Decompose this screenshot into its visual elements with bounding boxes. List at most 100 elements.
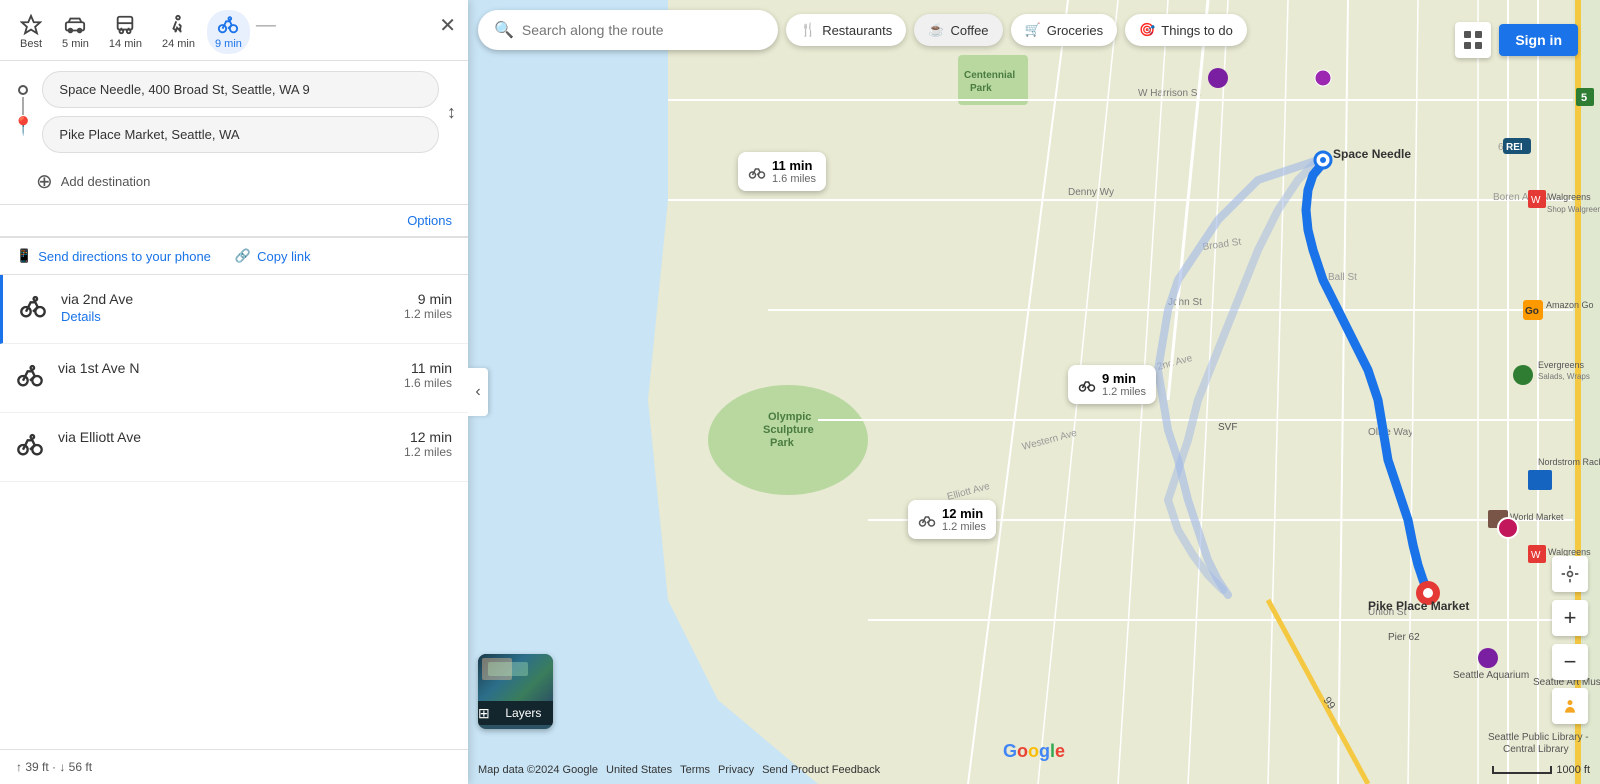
- things-to-do-icon: 🎯: [1139, 22, 1155, 38]
- restaurants-icon: 🍴: [800, 22, 816, 38]
- transport-bar: Best 5 min 14 min: [0, 0, 468, 61]
- directions-inputs: 📍 ↕: [0, 61, 468, 163]
- google-logo: Google: [1003, 741, 1065, 762]
- destination-dot: 📍: [12, 117, 34, 135]
- transport-mode-best[interactable]: Best: [12, 10, 50, 54]
- route-info-1: via 2nd Ave Details: [61, 291, 390, 324]
- filter-coffee[interactable]: ☕ Coffee: [914, 14, 1002, 46]
- callout-main-dist: 1.2 miles: [1102, 386, 1146, 398]
- terms-send-feedback[interactable]: Send Product Feedback: [762, 764, 880, 776]
- callout-alt2-dist: 1.2 miles: [942, 521, 986, 533]
- route-time-3: 12 min: [404, 429, 452, 445]
- swap-button[interactable]: ↕: [447, 102, 456, 123]
- svg-text:REI: REI: [1506, 142, 1523, 153]
- map-area[interactable]: Olympic Sculpture Park Centennial Park W…: [468, 0, 1600, 784]
- svg-text:5: 5: [1581, 92, 1587, 104]
- terms-united-states[interactable]: United States: [606, 764, 672, 776]
- filter-groceries[interactable]: 🛒 Groceries: [1011, 14, 1118, 46]
- apps-grid-button[interactable]: [1455, 22, 1491, 58]
- route-time-1: 9 min: [404, 291, 452, 307]
- route-time-col-2: 11 min 1.6 miles: [404, 360, 452, 390]
- copyright-text: Map data ©2024 Google: [478, 764, 598, 776]
- svg-text:Sculpture: Sculpture: [763, 424, 814, 436]
- route-time-col-1: 9 min 1.2 miles: [404, 291, 452, 321]
- route-callout-alt1: 11 min 1.6 miles: [738, 152, 826, 191]
- bike-icon-1: [19, 293, 47, 327]
- callout-main-info: 9 min 1.2 miles: [1102, 371, 1146, 398]
- search-input[interactable]: [522, 22, 742, 38]
- bike-icon-2: [16, 362, 44, 396]
- options-button[interactable]: Options: [407, 213, 452, 228]
- svg-text:Nordstrom Rack: Nordstrom Rack: [1538, 457, 1600, 467]
- destination-input[interactable]: [42, 116, 439, 153]
- send-icon: 📱: [16, 248, 32, 264]
- route-details-link-1[interactable]: Details: [61, 309, 390, 324]
- route-via-1: via 2nd Ave: [61, 291, 390, 307]
- coffee-icon: ☕: [928, 22, 944, 38]
- svg-text:Shop Walgreens: Shop Walgreens: [1547, 205, 1600, 214]
- send-copy-bar: 📱 Send directions to your phone 🔗 Copy l…: [0, 238, 468, 275]
- terms-privacy[interactable]: Privacy: [718, 764, 754, 776]
- transport-mode-transit[interactable]: 14 min: [101, 10, 150, 54]
- svg-text:Park: Park: [770, 437, 795, 449]
- location-dots: 📍: [12, 85, 34, 139]
- svg-text:Evergreens: Evergreens: [1538, 360, 1585, 370]
- close-icon[interactable]: ✕: [439, 13, 456, 38]
- map-background: Olympic Sculpture Park Centennial Park W…: [468, 0, 1600, 784]
- route-item-1[interactable]: via 2nd Ave Details 9 min 1.2 miles: [0, 275, 468, 344]
- map-top-bar: 🔍 🍴 Restaurants ☕ Coffee 🛒 Groceries 🎯 T…: [478, 10, 1590, 50]
- sign-in-button[interactable]: Sign in: [1499, 24, 1578, 56]
- layers-icon: ⊞: [478, 705, 490, 722]
- filter-restaurants-label: Restaurants: [822, 23, 892, 38]
- svg-text:Ball St: Ball St: [1328, 272, 1357, 283]
- filter-coffee-label: Coffee: [950, 23, 988, 38]
- callout-alt1-dist: 1.6 miles: [772, 173, 816, 185]
- filter-groceries-label: Groceries: [1047, 23, 1103, 38]
- link-icon: 🔗: [235, 248, 251, 264]
- copy-link-button[interactable]: 🔗 Copy link: [235, 248, 311, 264]
- map-right-controls: + −: [1552, 556, 1588, 724]
- route-info-2: via 1st Ave N: [58, 360, 390, 376]
- my-location-button[interactable]: [1552, 556, 1588, 592]
- origin-input[interactable]: [42, 71, 439, 108]
- transport-mode-bike[interactable]: 9 min: [207, 10, 250, 54]
- svg-text:Go: Go: [1525, 306, 1539, 317]
- street-view-button[interactable]: [1552, 688, 1588, 724]
- terms-terms[interactable]: Terms: [680, 764, 710, 776]
- zoom-out-button[interactable]: −: [1552, 644, 1588, 680]
- route-item-2[interactable]: via 1st Ave N 11 min 1.6 miles: [0, 344, 468, 413]
- filter-restaurants[interactable]: 🍴 Restaurants: [786, 14, 906, 46]
- callout-alt2-info: 12 min 1.2 miles: [942, 506, 986, 533]
- add-destination-label: Add destination: [61, 174, 151, 189]
- search-icon: 🔍: [494, 20, 514, 40]
- transport-mode-drive[interactable]: 5 min: [54, 10, 97, 54]
- routes-list: via 2nd Ave Details 9 min 1.2 miles via …: [0, 275, 468, 749]
- add-destination-button[interactable]: ⊕ Add destination: [0, 163, 468, 204]
- svg-text:Amazon Go: Amazon Go: [1546, 300, 1594, 310]
- svg-text:Centennial: Centennial: [964, 70, 1015, 81]
- options-bar: Options: [0, 205, 468, 237]
- callout-alt1-time: 11 min: [772, 158, 816, 173]
- scale-label: 1000 ft: [1556, 764, 1590, 776]
- svg-text:Seattle Public Library -: Seattle Public Library -: [1488, 732, 1589, 743]
- collapse-panel-button[interactable]: ‹: [468, 368, 488, 416]
- layers-button[interactable]: ⊞ Layers: [478, 654, 553, 729]
- svg-text:Park: Park: [970, 83, 992, 94]
- svg-text:Central Library: Central Library: [1503, 744, 1569, 755]
- filter-things-to-do[interactable]: 🎯 Things to do: [1125, 14, 1247, 46]
- svg-text:W Harrison St: W Harrison St: [1138, 88, 1200, 99]
- svg-text:Denny Wy: Denny Wy: [1068, 187, 1114, 198]
- send-directions-button[interactable]: 📱 Send directions to your phone: [16, 248, 211, 264]
- svg-text:SVF: SVF: [1218, 422, 1237, 433]
- transport-mode-walk[interactable]: 24 min: [154, 10, 203, 54]
- svg-text:World Market: World Market: [1510, 512, 1564, 522]
- route-item-3[interactable]: via Elliott Ave 12 min 1.2 miles: [0, 413, 468, 482]
- route-miles-3: 1.2 miles: [404, 445, 452, 459]
- left-panel: Best 5 min 14 min: [0, 0, 468, 784]
- zoom-in-button[interactable]: +: [1552, 600, 1588, 636]
- callout-main-time: 9 min: [1102, 371, 1146, 386]
- filter-things-to-do-label: Things to do: [1161, 23, 1233, 38]
- route-miles-2: 1.6 miles: [404, 376, 452, 390]
- svg-text:Seattle Aquarium: Seattle Aquarium: [1453, 670, 1529, 681]
- search-along-route[interactable]: 🔍: [478, 10, 778, 50]
